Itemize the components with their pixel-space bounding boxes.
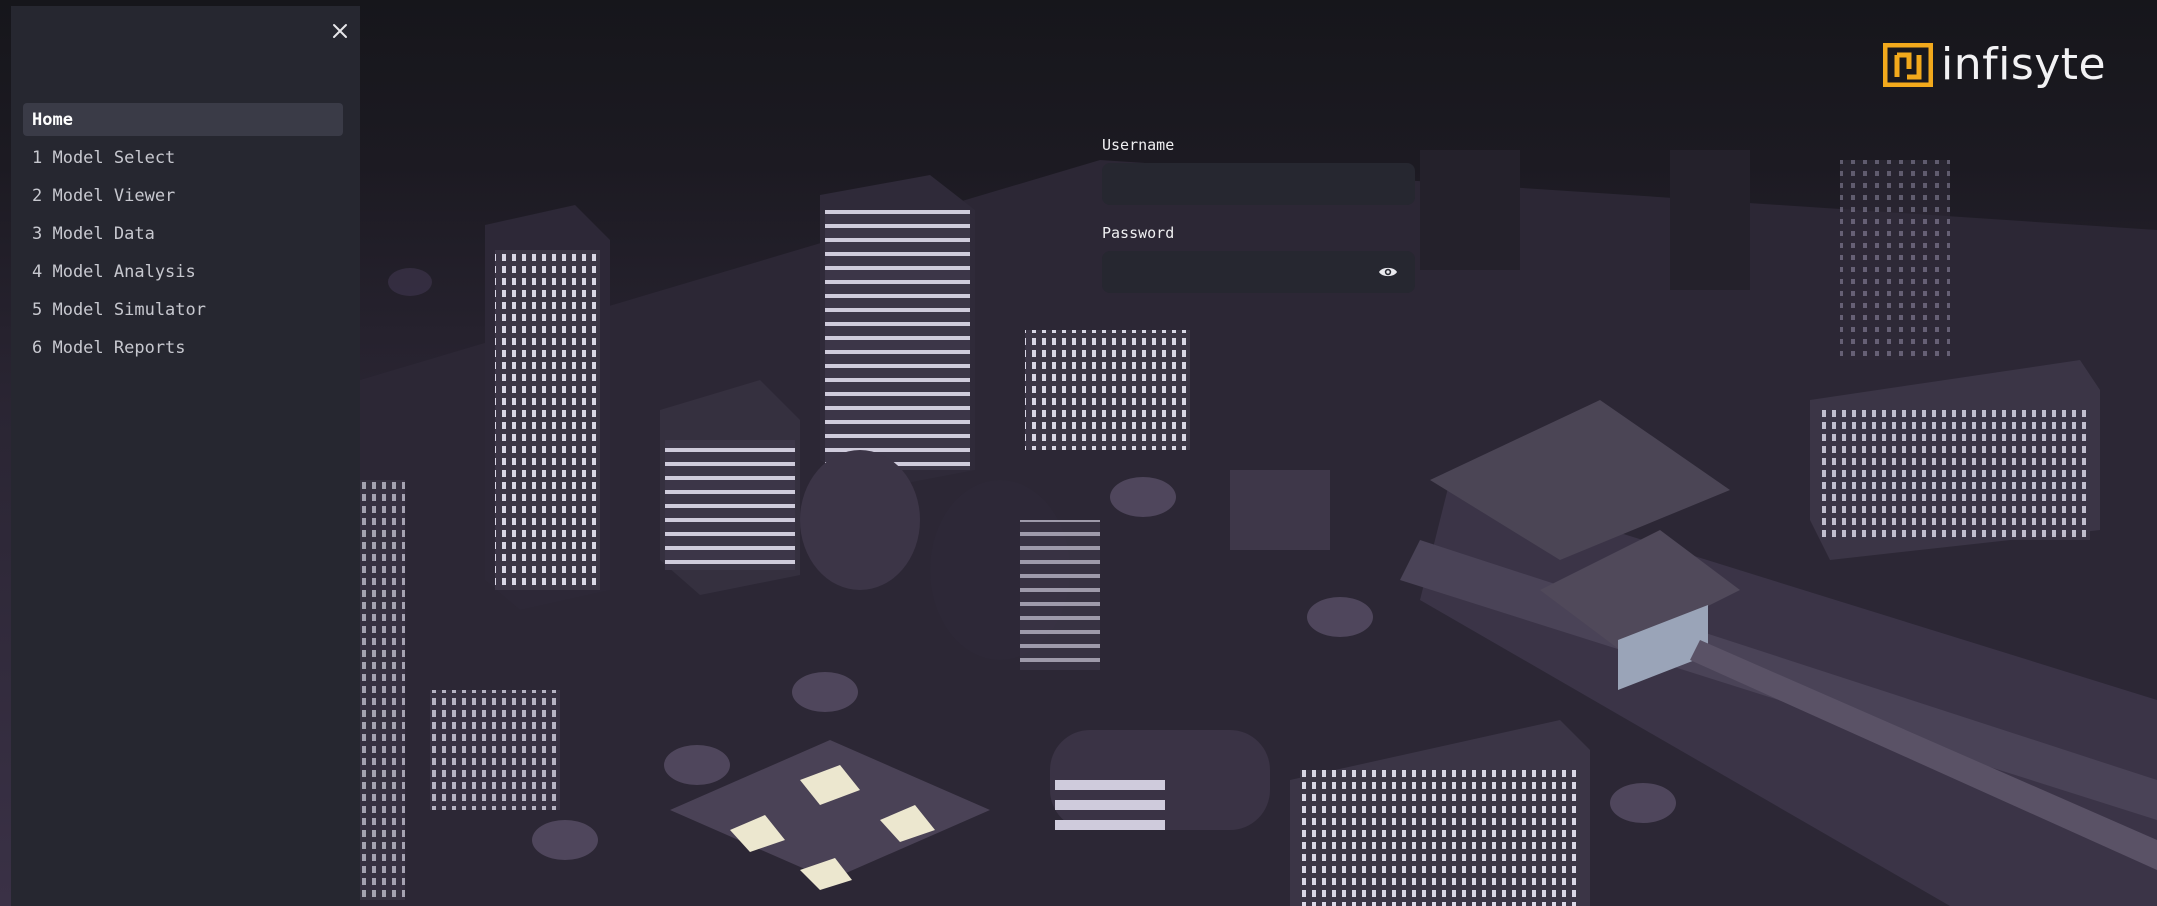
- username-label: Username: [1102, 136, 1175, 154]
- sidebar: Home 1 Model Select 2 Model Viewer 3 Mod…: [11, 6, 360, 906]
- login-form: Username Password: [1102, 136, 1415, 293]
- sidebar-item-model-reports[interactable]: 6 Model Reports: [23, 331, 343, 364]
- sidebar-item-home[interactable]: Home: [23, 103, 343, 136]
- username-input[interactable]: [1102, 163, 1415, 205]
- sidebar-item-model-viewer[interactable]: 2 Model Viewer: [23, 179, 343, 212]
- password-label: Password: [1102, 224, 1175, 242]
- sidebar-item-model-simulator[interactable]: 5 Model Simulator: [23, 293, 343, 326]
- logo-mark-icon: [1883, 43, 1933, 87]
- password-field-wrapper: [1102, 251, 1415, 293]
- brand-logo: infisyte: [1883, 40, 2106, 90]
- sidebar-item-model-data[interactable]: 3 Model Data: [23, 217, 343, 250]
- brand-name: infisyte: [1941, 39, 2107, 90]
- app-root: Home 1 Model Select 2 Model Viewer 3 Mod…: [0, 0, 2157, 906]
- username-field-wrapper: [1102, 163, 1415, 205]
- sidebar-item-model-analysis[interactable]: 4 Model Analysis: [23, 255, 343, 288]
- close-icon: [333, 24, 347, 38]
- eye-icon: [1379, 267, 1397, 277]
- close-sidebar-button[interactable]: [329, 20, 351, 42]
- sidebar-nav: Home 1 Model Select 2 Model Viewer 3 Mod…: [23, 103, 343, 369]
- password-input[interactable]: [1102, 251, 1415, 293]
- sidebar-item-model-select[interactable]: 1 Model Select: [23, 141, 343, 174]
- toggle-password-visibility-button[interactable]: [1377, 262, 1399, 282]
